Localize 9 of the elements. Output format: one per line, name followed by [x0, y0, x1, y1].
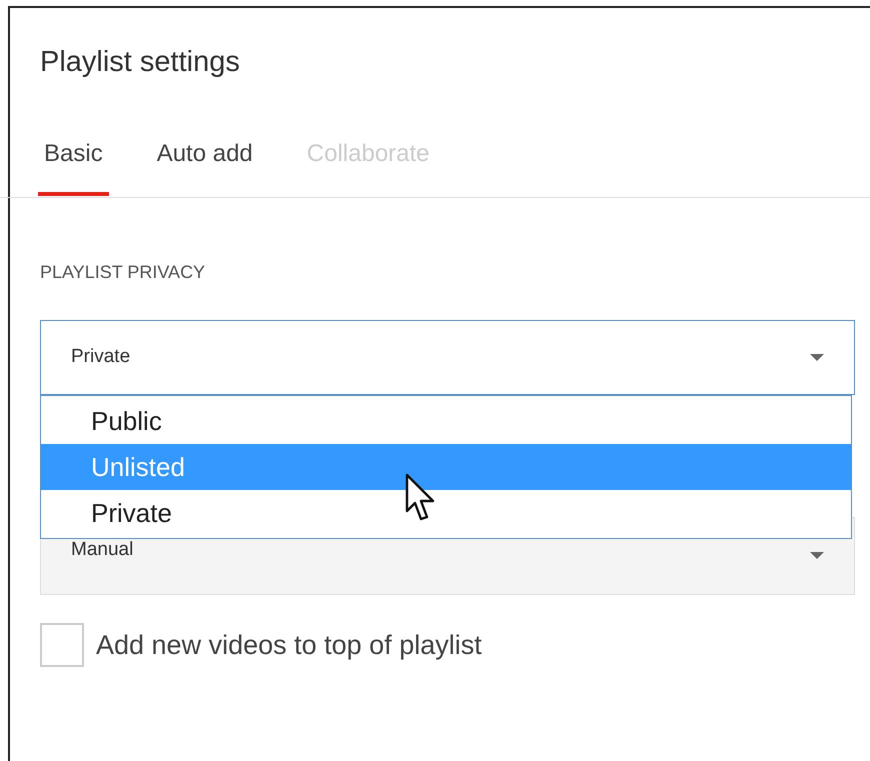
section-label: PLAYLIST PRIVACY [40, 261, 206, 284]
dropdown-option[interactable]: Public [41, 398, 851, 444]
checkbox-label: Add new videos to top of playlist [96, 628, 482, 662]
privacy-select[interactable]: Private [40, 320, 855, 395]
caret-icon [810, 552, 824, 560]
caret-icon [810, 354, 824, 362]
tab[interactable]: Auto add [150, 130, 259, 196]
dialog-title: Playlist settings [40, 45, 241, 80]
checkbox[interactable] [40, 623, 84, 667]
